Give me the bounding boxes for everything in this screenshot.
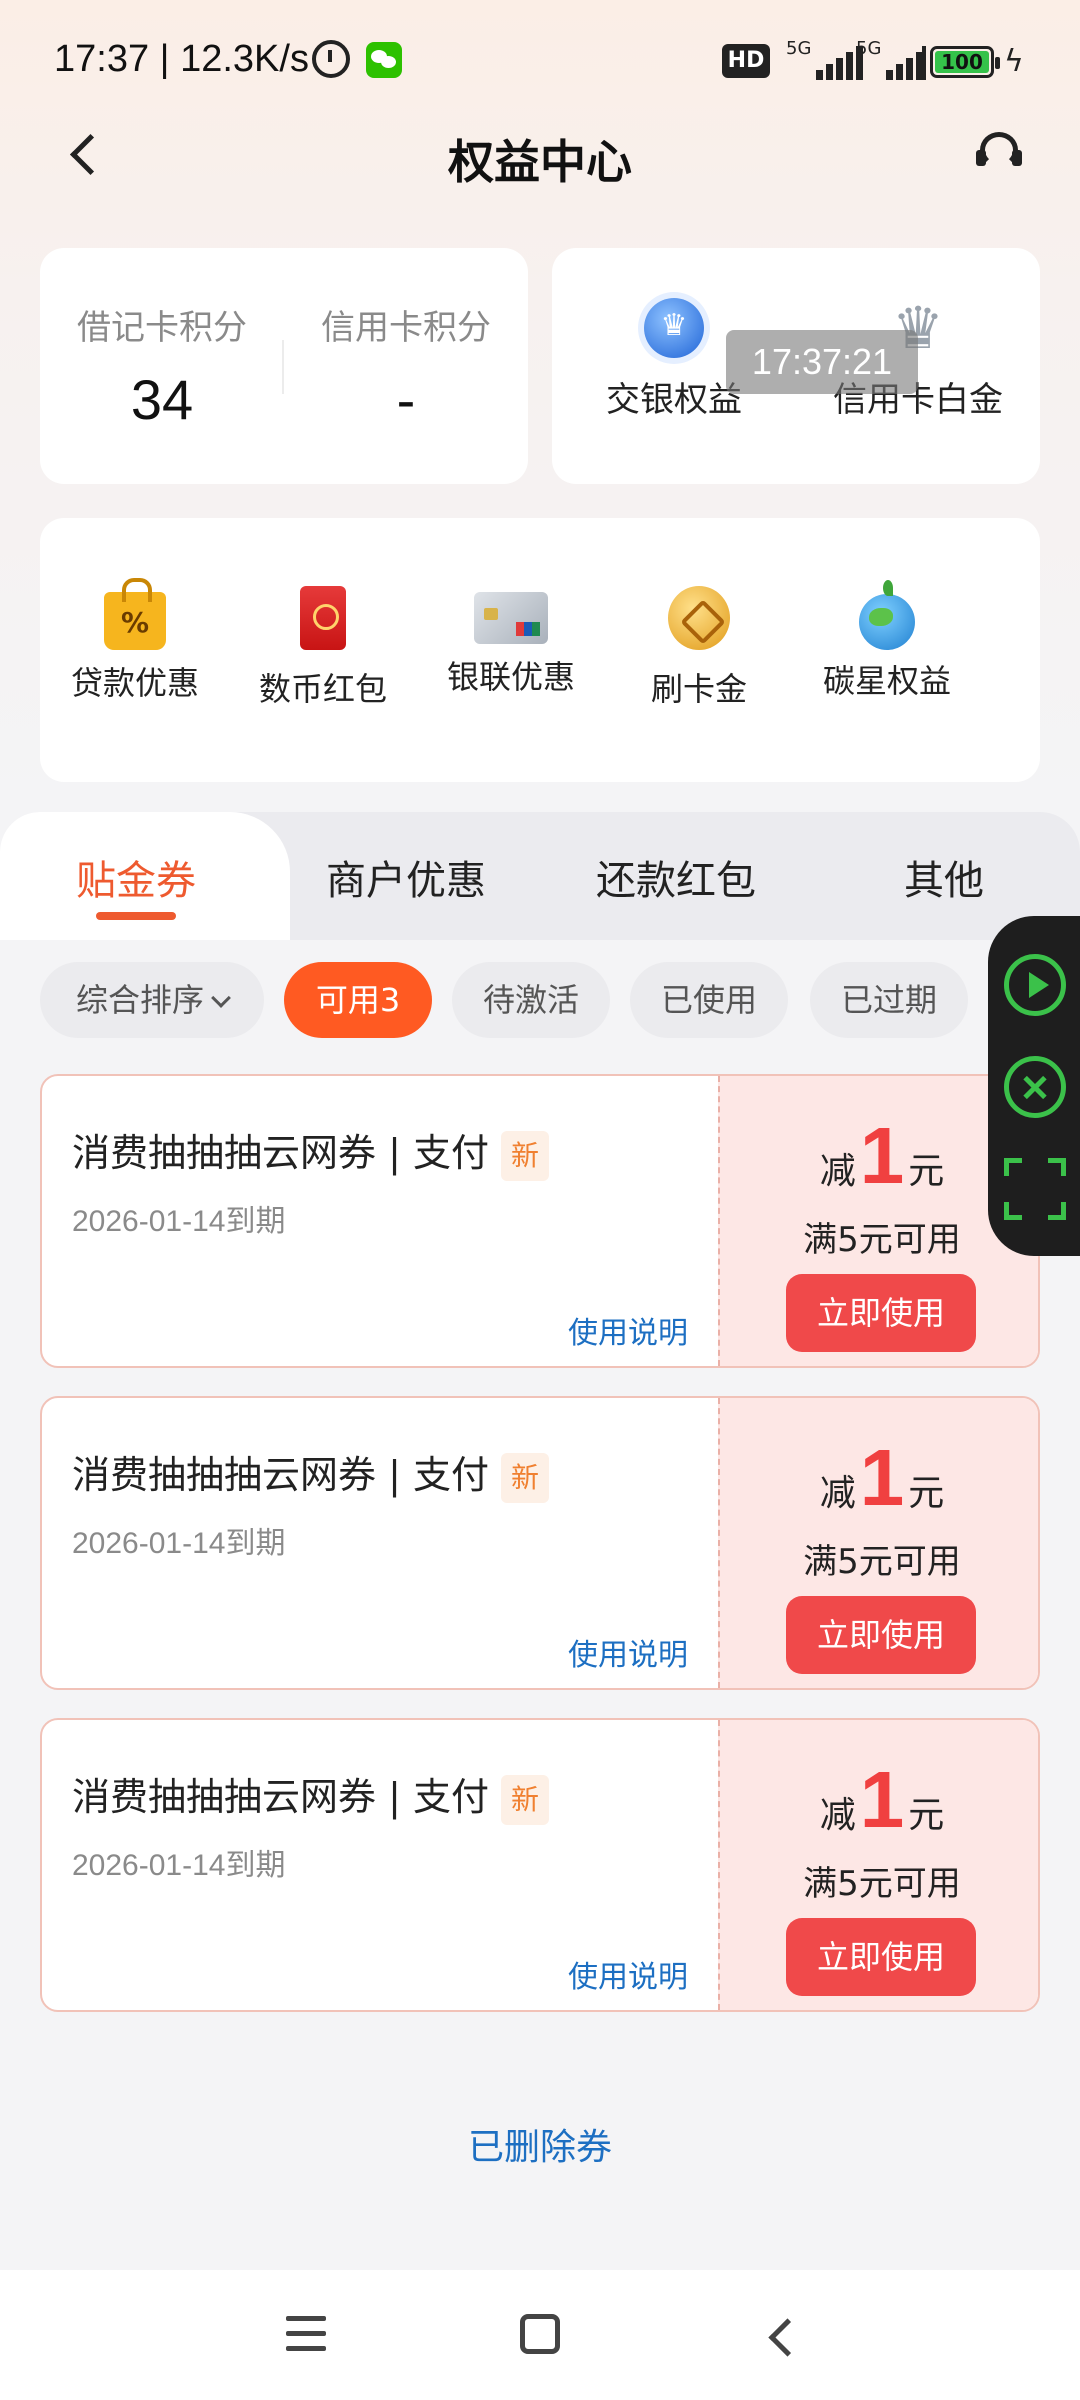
tab-other[interactable]: 其他: [824, 848, 1064, 906]
credit-points-value: -: [396, 368, 416, 431]
coupon-title: 消费抽抽抽云网券 | 支付: [72, 1775, 489, 1819]
coupon-amount: 减1 元: [720, 1754, 1038, 1846]
battery-level: 100: [935, 51, 989, 73]
shortcut-carbon-star[interactable]: 碳星权益: [792, 580, 982, 702]
gold-coin-icon: [668, 586, 730, 650]
shortcut-label: 数币红包: [258, 670, 387, 708]
filter-used[interactable]: 已使用: [630, 962, 788, 1038]
shortcut-label: 刷卡金: [650, 670, 747, 708]
menu-icon[interactable]: [286, 2316, 326, 2352]
new-badge: 新: [500, 1452, 549, 1503]
coupon-title: 消费抽抽抽云网券 | 支付: [72, 1453, 489, 1497]
tab-gold-coupon[interactable]: 贴金券: [16, 848, 256, 906]
use-now-button[interactable]: 立即使用: [786, 1918, 976, 1996]
usage-instructions-link[interactable]: 使用说明: [568, 1630, 688, 1674]
signal-label: 5G: [786, 38, 812, 59]
shortcut-swipe-gold[interactable]: 刷卡金: [604, 586, 794, 710]
coupon-title: 消费抽抽抽云网券 | 支付: [72, 1131, 489, 1175]
red-packet-icon: [300, 586, 346, 650]
amount-value: 1: [859, 1111, 905, 1200]
shortcut-grid: 贷款优惠 数币红包 银联优惠 刷卡金 碳星权益: [40, 518, 1040, 782]
credit-points-label: 信用卡积分: [321, 308, 491, 348]
sort-dropdown[interactable]: 综合排序: [40, 962, 264, 1038]
coupon-condition: 满5元可用: [803, 1542, 961, 1582]
shortcut-label: 贷款优惠: [70, 664, 199, 702]
status-time-speed: 17:37 | 12.3K/s: [54, 38, 309, 80]
time-toast: 17:37:21: [726, 330, 918, 394]
expand-icon[interactable]: [1004, 1158, 1066, 1220]
amount-unit: 元: [908, 1795, 945, 1836]
sort-label: 综合排序: [75, 981, 204, 1019]
shortcut-loan-discount[interactable]: 贷款优惠: [40, 578, 230, 704]
credit-points[interactable]: 信用卡积分 -: [284, 300, 528, 432]
use-now-button[interactable]: 立即使用: [786, 1596, 976, 1674]
signal-icon: 5G: [856, 38, 932, 80]
debit-points-value: 34: [130, 368, 194, 431]
battery-icon: 100: [930, 46, 1000, 78]
tab-repayment-red-packet[interactable]: 还款红包: [556, 848, 796, 906]
coupon-card: 消费抽抽抽云网券 | 支付新 2026-01-14到期 使用说明 减1 元 满5元…: [40, 1074, 1040, 1368]
chevron-down-icon: [211, 988, 231, 1008]
amount-unit: 元: [908, 1473, 945, 1514]
system-nav-bar: [0, 2270, 1080, 2400]
tab-underline: [96, 912, 176, 920]
shortcut-label: 银联优惠: [446, 658, 575, 696]
coupon-card: 消费抽抽抽云网券 | 支付新 2026-01-14到期 使用说明 减1 元 满5元…: [40, 1718, 1040, 2012]
amount-prefix: 减: [819, 1151, 856, 1192]
coupon-expiry: 2026-01-14到期: [72, 1527, 286, 1560]
coupon-expiry: 2026-01-14到期: [72, 1205, 286, 1238]
coupon-condition: 满5元可用: [803, 1864, 961, 1904]
new-badge: 新: [500, 1774, 549, 1825]
debit-points[interactable]: 借记卡积分 34: [40, 300, 284, 432]
shopping-bag-icon: [104, 578, 166, 650]
hd-icon: HD: [722, 44, 770, 78]
alarm-icon: [312, 40, 350, 78]
crown-badge-icon: [644, 298, 704, 358]
play-icon[interactable]: [1004, 954, 1066, 1016]
signal-label: 5G: [856, 38, 882, 59]
headset-icon[interactable]: [976, 130, 1022, 176]
amount-value: 1: [859, 1755, 905, 1844]
floating-control-panel: [988, 916, 1080, 1256]
signal-icon: 5G: [786, 38, 863, 80]
amount-value: 1: [859, 1433, 905, 1522]
nav-back-icon[interactable]: [762, 2316, 802, 2356]
amount-prefix: 减: [819, 1473, 856, 1514]
filter-expired[interactable]: 已过期: [810, 962, 968, 1038]
shortcut-unionpay-discount[interactable]: 银联优惠: [416, 586, 606, 698]
bank-card-icon: [474, 592, 548, 644]
filter-available[interactable]: 可用3: [284, 962, 432, 1038]
amount-unit: 元: [908, 1151, 945, 1192]
close-icon[interactable]: [1004, 1056, 1066, 1118]
shortcut-digital-red-packet[interactable]: 数币红包: [228, 586, 418, 710]
debit-points-label: 借记卡积分: [77, 308, 247, 348]
use-now-button[interactable]: 立即使用: [786, 1274, 976, 1352]
home-icon[interactable]: [520, 2314, 560, 2354]
coupon-amount: 减1 元: [720, 1432, 1038, 1524]
globe-icon: [859, 580, 915, 650]
shortcut-label: 碳星权益: [822, 662, 951, 700]
points-card: 借记卡积分 34 信用卡积分 -: [40, 248, 528, 484]
amount-prefix: 减: [819, 1795, 856, 1836]
new-badge: 新: [500, 1130, 549, 1181]
deleted-coupons-link[interactable]: 已删除券: [0, 2118, 1080, 2170]
coupon-card: 消费抽抽抽云网券 | 支付新 2026-01-14到期 使用说明 减1 元 满5元…: [40, 1396, 1040, 1690]
status-bar: 17:37 | 12.3K/s HD 5G 5G 100 ϟ: [0, 0, 1080, 120]
charging-icon: ϟ: [1004, 44, 1024, 79]
usage-instructions-link[interactable]: 使用说明: [568, 1308, 688, 1352]
page-title: 权益中心: [448, 135, 632, 189]
tab-merchant-offers[interactable]: 商户优惠: [286, 848, 526, 906]
coupon-expiry: 2026-01-14到期: [72, 1849, 286, 1882]
usage-instructions-link[interactable]: 使用说明: [568, 1952, 688, 1996]
filter-pending-activation[interactable]: 待激活: [452, 962, 610, 1038]
wechat-icon: [366, 42, 402, 78]
